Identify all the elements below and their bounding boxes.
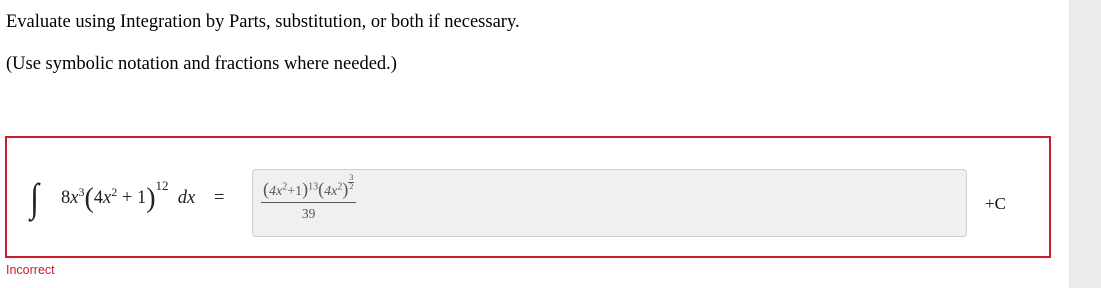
integrand-coef: 8 <box>61 188 71 209</box>
integral-sign: ∫ <box>30 175 39 220</box>
answer-fraction: (4x2+1)13(4x2) 3 2 39 <box>261 174 357 222</box>
term2-exp-den: 2 <box>349 182 354 191</box>
answer-container: ∫ 8x3(4x2 + 1)12 dx = (4x2+1)13(4x2) 3 2 3… <box>5 136 1051 258</box>
question-note: (Use symbolic notation and fractions whe… <box>6 54 397 74</box>
constant-of-integration: +C <box>985 194 1006 213</box>
answer-denominator: 39 <box>301 206 316 221</box>
answer-numerator: (4x2+1)13(4x2) 3 2 <box>261 174 356 200</box>
status-incorrect: Incorrect <box>6 263 55 277</box>
outer-power: 12 <box>155 178 169 193</box>
inner-coef: 4 <box>93 188 104 209</box>
integrand: 8x3(4x2 + 1)12 dx <box>61 178 196 213</box>
close-paren: ) <box>146 183 156 215</box>
answer-input-field[interactable]: (4x2+1)13(4x2) 3 2 39 <box>252 169 967 237</box>
equals-sign: = <box>214 188 225 208</box>
differential: dx <box>177 188 196 209</box>
term2-base: 4x <box>324 184 338 199</box>
term2-exp-fraction: 32 <box>348 174 355 191</box>
term1-exp: 13 <box>308 181 319 193</box>
fraction-bar <box>261 202 357 203</box>
open-paren: ( <box>84 183 94 215</box>
term1-base: 4x <box>269 184 283 199</box>
inner-rest: + 1 <box>117 188 147 209</box>
question-instruction: Evaluate using Integration by Parts, sub… <box>6 12 520 32</box>
vertical-scrollbar[interactable] <box>1069 0 1101 288</box>
term1-rest: +1 <box>287 184 303 199</box>
